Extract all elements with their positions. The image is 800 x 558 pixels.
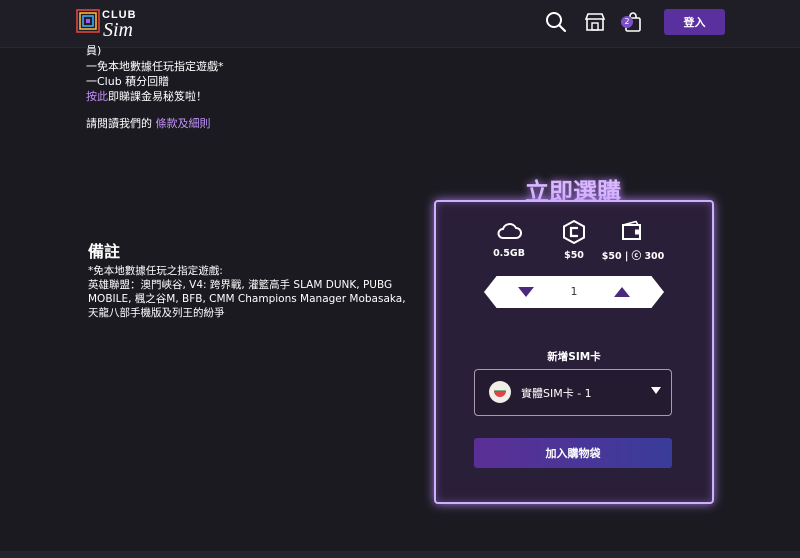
feature-wallet: $50 | ⓒ 300 <box>588 220 678 262</box>
increase-quantity-button[interactable] <box>602 276 642 308</box>
cloud-data-icon <box>497 223 522 239</box>
sim-card-label: 新增SIM卡 <box>547 351 601 363</box>
cart-count-badge: 2 <box>621 16 633 28</box>
click-here-link[interactable]: 按此 <box>86 90 108 103</box>
notes-body: *免本地數據任玩之指定遊戲: 英雄聯盟：澳門峽谷, V4: 跨界戰, 灌籃高手 … <box>88 264 418 320</box>
logo-squares-icon <box>76 9 100 33</box>
sim-card-select[interactable]: 實體SIM卡 - 1 <box>474 369 672 416</box>
intro-line-0: 員) <box>86 44 102 57</box>
triangle-up-icon <box>614 287 630 297</box>
club-coin-icon <box>563 220 585 244</box>
club-sim-logo[interactable]: CLUB Sim <box>76 9 146 41</box>
terms-link[interactable]: 條款及細則 <box>156 117 211 130</box>
intro-line-3: 按此即睇課金易秘笈啦！ <box>86 88 207 104</box>
add-to-cart-button[interactable]: 加入購物袋 <box>474 438 672 468</box>
intro-line-3-text: 即睇課金易秘笈啦！ <box>108 90 207 103</box>
notes-line-1: *免本地數據任玩之指定遊戲: <box>88 265 223 277</box>
decrease-quantity-button[interactable] <box>506 276 546 308</box>
intro-line-2: 一Club 積分回贈 <box>86 75 170 88</box>
quantity-stepper: 1 <box>484 276 664 308</box>
footer-edge <box>0 551 800 558</box>
top-navigation-bar: CLUB Sim 2 登入 <box>0 0 800 48</box>
notes-line-2: 英雄聯盟：澳門峽谷, V4: 跨界戰, 灌籃高手 SLAM DUNK, PUBG… <box>88 279 406 319</box>
notes-heading: 備註 <box>88 242 121 261</box>
logo-sim-text: Sim <box>103 19 133 41</box>
feature-wallet-label: $50 | ⓒ 300 <box>601 251 665 262</box>
terms-line: 請閱讀我們的 條款及細則 <box>86 115 211 131</box>
sim-card-icon <box>489 381 511 403</box>
quantity-value[interactable]: 1 <box>544 276 604 308</box>
terms-prefix: 請閱讀我們的 <box>86 117 152 130</box>
search-icon[interactable] <box>545 11 567 33</box>
chevron-down-icon <box>651 387 661 394</box>
sim-card-selected-value: 實體SIM卡 - 1 <box>521 387 592 400</box>
purchase-panel: 0.5GB $50 $50 | ⓒ 300 1 新增SIM卡 實體SIM卡 - … <box>434 200 714 504</box>
login-button[interactable]: 登入 <box>664 9 725 35</box>
store-icon[interactable] <box>584 11 606 33</box>
triangle-down-icon <box>518 287 534 297</box>
wallet-icon <box>622 220 641 240</box>
intro-line-1: 一免本地數據任玩指定遊戲* <box>86 60 224 73</box>
